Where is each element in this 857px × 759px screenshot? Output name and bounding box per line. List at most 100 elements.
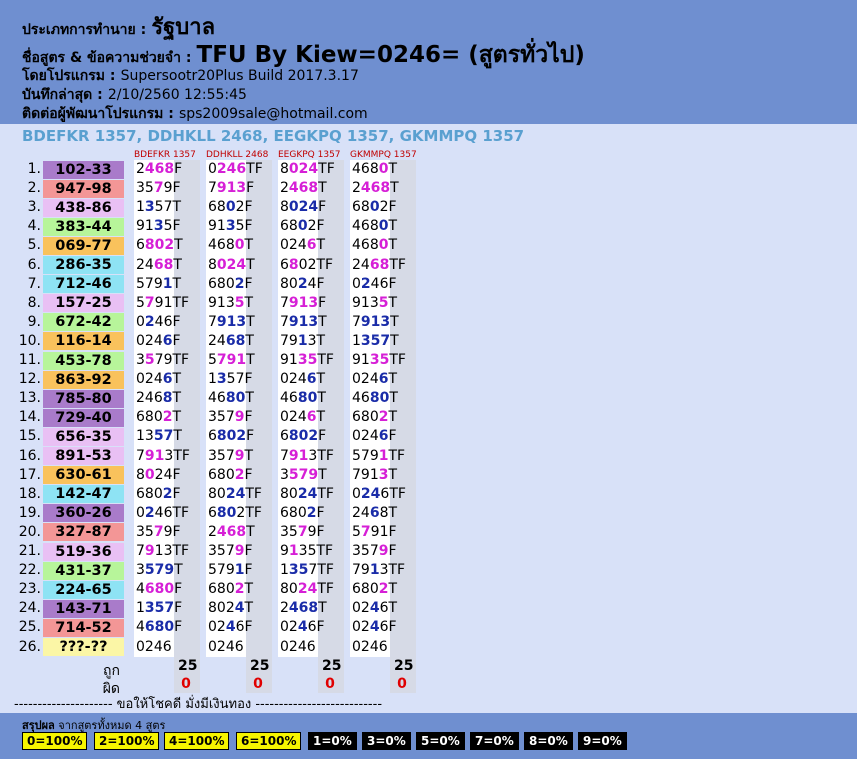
digits-prefix: 35 — [136, 180, 154, 197]
digits-prefix: 4 — [136, 619, 145, 636]
prediction-cell: 0246T — [352, 599, 397, 618]
prediction-cell: 1357F — [208, 370, 253, 389]
digits-hit: 91 — [288, 447, 309, 464]
result-number: 286-35 — [43, 256, 124, 275]
digits-hit: 35 — [288, 562, 309, 579]
digits-prefix: 1 — [136, 199, 145, 216]
prediction-cell: 6802F — [208, 427, 254, 446]
prediction-cell: 0246F — [136, 313, 181, 332]
prediction-cell: 8024TF — [280, 160, 335, 179]
digits-prefix: 0 — [136, 313, 145, 330]
prediction-cell: 4680T — [208, 389, 254, 408]
digits-prefix: 5 — [352, 523, 361, 540]
prediction-cell: 4680T — [208, 236, 253, 255]
prediction-cell: 5791F — [352, 523, 397, 542]
row-index: 3. — [27, 199, 41, 216]
digits-suffix: 6F — [235, 619, 253, 636]
result-number: 672-42 — [43, 313, 124, 332]
prediction-cell: 0246F — [280, 618, 325, 637]
digits-suffix: T — [316, 409, 326, 426]
digits-prefix: 7 — [352, 313, 361, 330]
prediction-cell: 3579F — [280, 523, 325, 542]
digits-prefix: 357 — [208, 543, 235, 559]
digits-suffix: 6T — [379, 600, 398, 617]
digits-hit: 468 — [216, 523, 247, 540]
wrong-count: 0 — [397, 675, 407, 692]
digits-prefix: 02 — [280, 619, 298, 636]
digits-hit: 4 — [297, 619, 308, 636]
digits-suffix: T — [244, 447, 254, 464]
saved-value: 2/10/2560 12:55:45 — [107, 87, 247, 103]
digits-hit: 468 — [360, 180, 391, 197]
prediction-cell: 0246T — [352, 370, 397, 389]
row-index: 22. — [18, 562, 41, 579]
digits-suffix: T — [316, 371, 326, 388]
digits-prefix: 24 — [352, 256, 370, 273]
result-number: 224-65 — [43, 580, 124, 599]
digits-suffix: 7TF — [308, 562, 334, 579]
digits-prefix: 579 — [136, 275, 163, 292]
result-number: ???-?? — [43, 638, 124, 657]
digits-hit: 0 — [369, 199, 380, 216]
digits-hit: 0246 — [208, 638, 244, 655]
digits-suffix: T — [388, 218, 398, 235]
prediction-cell: 2468TF — [352, 256, 406, 275]
prediction-cell: 3579T — [208, 447, 253, 466]
digits-suffix: TF — [388, 447, 406, 464]
digits-prefix: 5 — [208, 352, 217, 368]
digits-prefix: 80 — [280, 485, 298, 502]
prediction-cell: 3579F — [352, 542, 397, 561]
digits-prefix: 79 — [352, 562, 370, 579]
formula-summary-text: BDEFKR 1357, DDHKLL 2468, EEGKPQ 1357, G… — [22, 127, 525, 145]
prediction-cell: 6802F — [208, 275, 253, 294]
prediction-cell: 6802TF — [280, 256, 333, 275]
digits-hit: 3 — [225, 218, 236, 235]
program-value: Supersootr20Plus Build 2017.3.17 — [120, 68, 359, 84]
digits-suffix: T — [388, 161, 398, 177]
digits-prefix: 24 — [208, 332, 226, 349]
digits-suffix: TF — [317, 485, 334, 502]
digits-prefix: 024 — [352, 428, 379, 445]
digits-hit: 802 — [144, 237, 175, 254]
result-number: 327-87 — [43, 523, 124, 542]
digits-prefix: 35 — [280, 523, 298, 540]
digits-hit: 68 — [153, 256, 174, 273]
prediction-cell: 7913T — [208, 313, 255, 332]
row-index: 9. — [27, 313, 41, 330]
digits-prefix: 24 — [136, 256, 154, 273]
digits-suffix: T — [388, 409, 398, 426]
digits-suffix: 13TF — [154, 543, 190, 559]
digits-suffix: F — [244, 466, 253, 483]
digits-prefix: 2 — [280, 600, 289, 617]
digits-prefix: 8 — [280, 199, 289, 216]
digits-prefix: 35 — [136, 523, 154, 540]
result-number: 116-14 — [43, 332, 124, 351]
digits-suffix: TF — [245, 485, 262, 502]
digits-hit: 579 — [144, 562, 175, 579]
prediction-cell: 1357T — [136, 198, 181, 217]
digits-prefix: 0 — [352, 275, 361, 292]
prediction-cell: 1357T — [136, 427, 182, 446]
digits-prefix: 1 — [280, 562, 289, 579]
prediction-cell: 4680T — [352, 217, 397, 236]
result-number: 712-46 — [43, 275, 124, 294]
digits-suffix: T — [390, 313, 399, 330]
digits-prefix: 680 — [208, 275, 235, 292]
digits-suffix: F — [246, 428, 255, 445]
digits-prefix: 3 — [280, 466, 289, 483]
digits-prefix: 80 — [208, 485, 226, 502]
prediction-cell: 4680T — [352, 389, 398, 408]
digits-suffix: 02TF — [298, 256, 334, 273]
digits-suffix: T — [245, 390, 254, 407]
digits-prefix: 46 — [280, 390, 298, 407]
digits-suffix: T — [388, 294, 398, 311]
digits-prefix: 468 — [352, 161, 379, 177]
digits-suffix: T — [172, 390, 182, 407]
digit-badge: 0=100% — [22, 732, 88, 750]
result-number: 714-52 — [43, 618, 124, 637]
prediction-cell: 9135T — [208, 294, 253, 313]
prediction-cell: 9135F — [208, 217, 253, 236]
prediction-cell: 3579T — [136, 561, 183, 580]
prediction-cell: 0246T — [280, 408, 325, 427]
digits-hit: 0 — [144, 466, 155, 483]
